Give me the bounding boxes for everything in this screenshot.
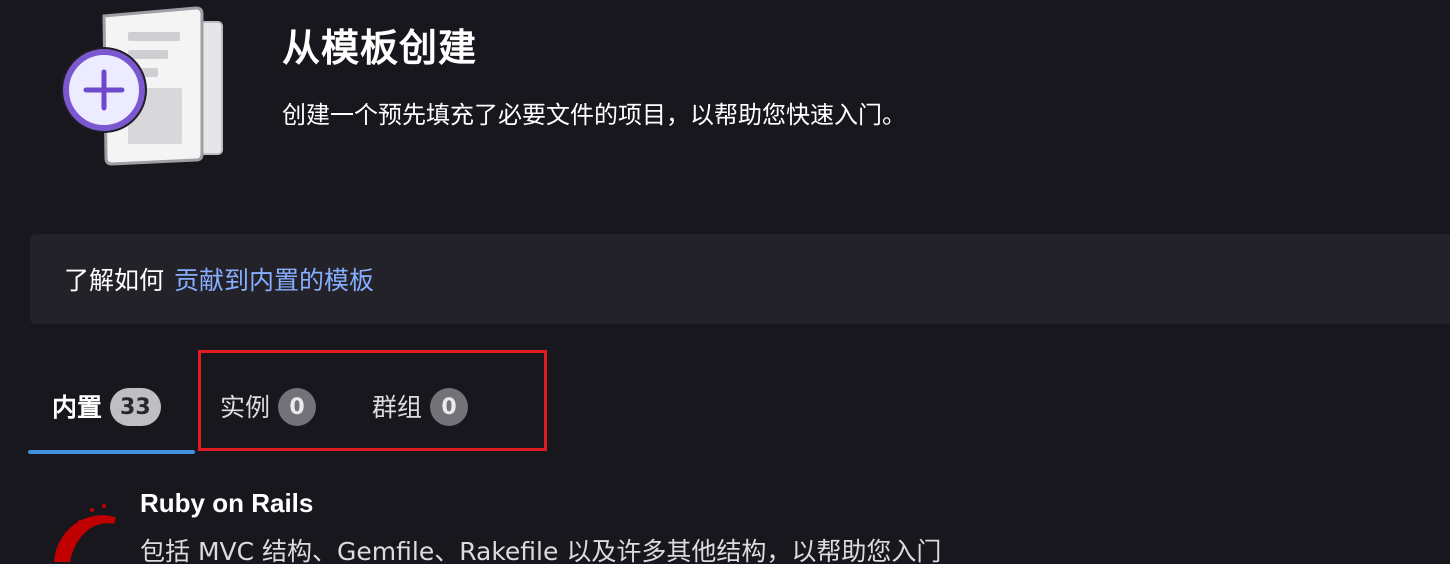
ruby-on-rails-logo [54, 504, 116, 562]
tab-label: 内置 [52, 392, 103, 422]
list-item[interactable]: Ruby on Rails 包括 MVC 结构、Gemfile、Rakefile… [50, 488, 1450, 564]
page: 从模板创建 创建一个预先填充了必要文件的项目，以帮助您快速入门。 了解如何 贡献… [0, 0, 1450, 564]
count-badge: 33 [110, 388, 161, 426]
template-name: Ruby on Rails [140, 488, 314, 518]
highlight-annotation-box [198, 350, 547, 451]
tab-builtin[interactable]: 内置 33 [52, 360, 161, 454]
banner-prefix-text: 了解如何 [64, 266, 165, 295]
page-title: 从模板创建 [282, 26, 478, 70]
template-description: 包括 MVC 结构、Gemfile、Rakefile 以及许多其他结构，以帮助您… [140, 537, 942, 564]
active-tab-indicator [28, 450, 195, 454]
page-subtitle: 创建一个预先填充了必要文件的项目，以帮助您快速入门。 [282, 101, 906, 129]
contribute-templates-link[interactable]: 贡献到内置的模板 [174, 261, 374, 297]
info-banner: 了解如何 贡献到内置的模板 [30, 234, 1450, 324]
template-plus-icon [61, 6, 223, 166]
